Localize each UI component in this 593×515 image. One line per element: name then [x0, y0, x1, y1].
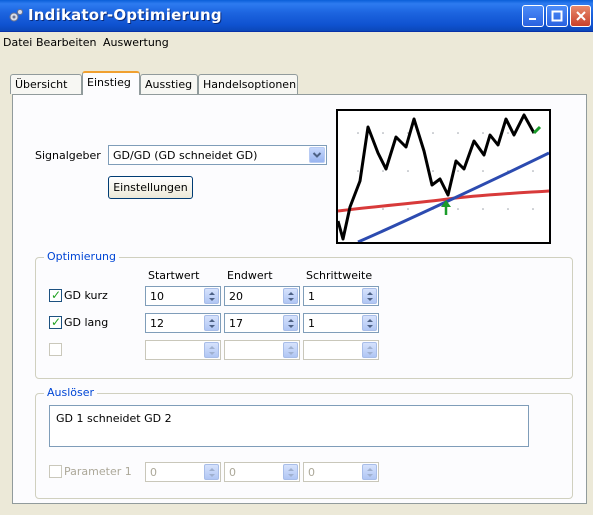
spin-updown-icon[interactable]	[362, 464, 377, 480]
gd-lang-step-stepper[interactable]: 1	[303, 313, 379, 333]
spin-updown-icon[interactable]	[283, 342, 298, 358]
menu-bearbeiten[interactable]: Bearbeiten	[36, 36, 96, 49]
row3-checkbox[interactable]	[49, 343, 62, 356]
gd-kurz-step-value: 1	[308, 290, 315, 303]
dropdown-button[interactable]	[309, 147, 325, 163]
param-step-value: 0	[308, 466, 315, 479]
trigger-description-text: GD 1 schneidet GD 2	[56, 412, 172, 425]
gd-kurz-step-stepper[interactable]: 1	[303, 286, 379, 306]
optimization-group-title: Optimierung	[44, 250, 119, 263]
tab-ausstieg[interactable]: Ausstieg	[140, 74, 198, 94]
gd-lang-end-stepper[interactable]: 17	[224, 313, 300, 333]
indicator-optimization-window: Indikator-Optimierung Datei Bearbeiten A…	[0, 0, 593, 515]
close-icon	[575, 11, 586, 21]
col-schrittweite: Schrittweite	[306, 269, 373, 282]
signal-select-value: GD/GD (GD schneidet GD)	[113, 149, 258, 162]
param-end-value: 0	[229, 466, 236, 479]
spin-updown-icon[interactable]	[362, 342, 377, 358]
col-startwert: Startwert	[148, 269, 200, 282]
menu-datei[interactable]: Datei	[3, 36, 32, 49]
signal-preview-chart	[336, 109, 551, 244]
spin-updown-icon[interactable]	[362, 288, 377, 304]
price-line	[336, 113, 536, 241]
row3-end-stepper[interactable]	[224, 340, 300, 360]
spin-updown-icon[interactable]	[283, 288, 298, 304]
gd-lang-start-value: 12	[150, 317, 164, 330]
tab-einstieg[interactable]: Einstieg	[82, 71, 140, 95]
gd-kurz-label: GD kurz	[64, 289, 108, 302]
maximize-icon	[551, 10, 563, 22]
spin-updown-icon[interactable]	[283, 464, 298, 480]
tab-uebersicht[interactable]: Übersicht	[10, 74, 82, 94]
gd-lang-label: GD lang	[64, 316, 109, 329]
window-title: Indikator-Optimierung	[28, 6, 222, 24]
gd-lang-end-value: 17	[229, 317, 243, 330]
param-end-stepper[interactable]: 0	[224, 462, 300, 482]
gd-lang-step-value: 1	[308, 317, 315, 330]
gd-kurz-start-stepper[interactable]: 10	[145, 286, 221, 306]
gd-kurz-end-value: 20	[229, 290, 243, 303]
spin-updown-icon[interactable]	[204, 288, 219, 304]
price-line-end	[532, 125, 542, 135]
row3-start-stepper[interactable]	[145, 340, 221, 360]
gd-kurz-start-value: 10	[150, 290, 164, 303]
app-gear-icon	[9, 9, 23, 22]
row3-step-stepper[interactable]	[303, 340, 379, 360]
spin-updown-icon[interactable]	[204, 342, 219, 358]
col-endwert: Endwert	[227, 269, 273, 282]
tab-handelsoptionen[interactable]: Handelsoptionen	[198, 74, 298, 94]
chevron-down-icon	[312, 152, 322, 158]
spin-updown-icon[interactable]	[204, 464, 219, 480]
signal-preview-graphic	[336, 113, 550, 244]
signal-label: Signalgeber	[35, 149, 101, 162]
param-start-stepper[interactable]: 0	[145, 462, 221, 482]
menu-auswertung[interactable]: Auswertung	[103, 36, 169, 49]
settings-button[interactable]: Einstellungen	[108, 176, 193, 199]
menu-bar: Datei Bearbeiten Auswertung	[0, 32, 593, 54]
parameter1-checkbox[interactable]	[49, 465, 62, 478]
parameter1-label: Parameter 1	[64, 465, 132, 478]
trigger-group-title: Auslöser	[44, 386, 98, 399]
trigger-description-field[interactable]: GD 1 schneidet GD 2	[49, 405, 529, 447]
minimize-button[interactable]	[522, 5, 544, 27]
einstieg-panel: Signalgeber GD/GD (GD schneidet GD) Eins…	[12, 94, 587, 504]
maximize-button[interactable]	[546, 5, 568, 27]
param-step-stepper[interactable]: 0	[303, 462, 379, 482]
close-button[interactable]	[570, 5, 591, 27]
minimize-icon	[529, 18, 536, 20]
gd-lang-start-stepper[interactable]: 12	[145, 313, 221, 333]
gd-lang-checkbox[interactable]: ✓	[49, 315, 62, 329]
short-ma-line	[337, 189, 550, 213]
param-start-value: 0	[150, 466, 157, 479]
gd-kurz-end-stepper[interactable]: 20	[224, 286, 300, 306]
spin-updown-icon[interactable]	[204, 315, 219, 331]
spin-updown-icon[interactable]	[283, 315, 298, 331]
gd-kurz-checkbox[interactable]: ✓	[49, 288, 62, 302]
spin-updown-icon[interactable]	[362, 315, 377, 331]
signal-select[interactable]: GD/GD (GD schneidet GD)	[108, 145, 327, 165]
title-bar[interactable]: Indikator-Optimierung	[0, 0, 593, 32]
